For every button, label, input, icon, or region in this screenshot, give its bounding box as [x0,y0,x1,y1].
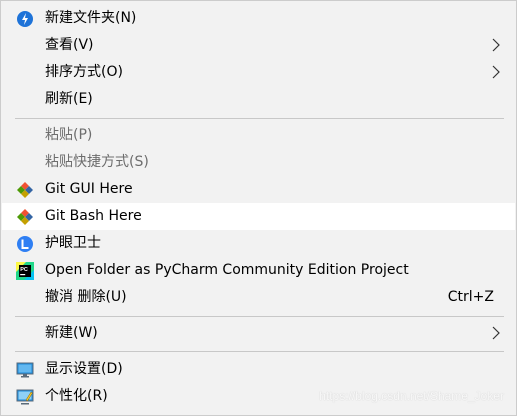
menu-item-label: 显示设置(D) [45,361,123,377]
menu-item-label: Git Bash Here [45,208,142,224]
menu-item-refresh[interactable]: 刷新(E) [2,86,515,113]
menu-item-open-pycharm[interactable]: PC Open Folder as PyCharm Community Edit… [2,257,515,284]
chevron-right-icon [492,38,500,52]
menu-item-new[interactable]: 新建(W) [2,320,515,347]
menu-item-eye-guard[interactable]: 护眼卫士 [2,230,515,257]
chevron-right-icon [492,326,500,340]
menu-item-paste[interactable]: 粘贴(P) [2,122,515,149]
menu-item-label: 排序方式(O) [45,64,123,80]
eye-guard-icon [17,236,33,252]
menu-item-view[interactable]: 查看(V) [2,32,515,59]
menu-item-label: 个性化(R) [45,388,108,404]
menu-item-git-gui[interactable]: Git GUI Here [2,176,515,203]
menu-item-label: 粘贴(P) [45,127,93,143]
menu-separator [15,316,504,317]
menu-separator [15,118,504,119]
menu-item-label: 新建文件夹(N) [45,10,137,26]
context-menu: 新建文件夹(N) 查看(V) 排序方式(O) 刷新(E) 粘贴(P) 粘贴快捷方… [0,0,517,416]
svg-text:PC: PC [20,267,28,273]
menu-item-label: 查看(V) [45,37,94,53]
menu-item-sort-by[interactable]: 排序方式(O) [2,59,515,86]
menu-item-label: Git GUI Here [45,181,133,197]
personalize-icon [16,389,34,405]
menu-item-new-folder[interactable]: 新建文件夹(N) [2,5,515,32]
menu-item-label: 新建(W) [45,325,98,341]
menu-separator [15,351,504,352]
new-folder-icon [17,11,33,27]
menu-item-git-bash[interactable]: Git Bash Here [2,203,515,230]
pycharm-icon: PC [16,262,34,280]
menu-item-paste-shortcut[interactable]: 粘贴快捷方式(S) [2,149,515,176]
menu-item-label: 粘贴快捷方式(S) [45,154,149,170]
menu-item-display-settings[interactable]: 显示设置(D) [2,356,515,383]
watermark-text: https://blog.csdn.net/Shame_Joker [319,389,504,403]
git-icon [17,209,33,225]
menu-item-label: Open Folder as PyCharm Community Edition… [45,262,409,278]
menu-item-label: 刷新(E) [45,91,93,107]
git-icon [17,182,33,198]
display-settings-icon [16,362,34,378]
chevron-right-icon [492,65,500,79]
menu-item-label: 撤消 删除(U) [45,289,127,305]
menu-item-shortcut: Ctrl+Z [447,289,494,305]
menu-item-undo-delete[interactable]: 撤消 删除(U) Ctrl+Z [2,284,515,311]
menu-item-label: 护眼卫士 [45,235,101,251]
